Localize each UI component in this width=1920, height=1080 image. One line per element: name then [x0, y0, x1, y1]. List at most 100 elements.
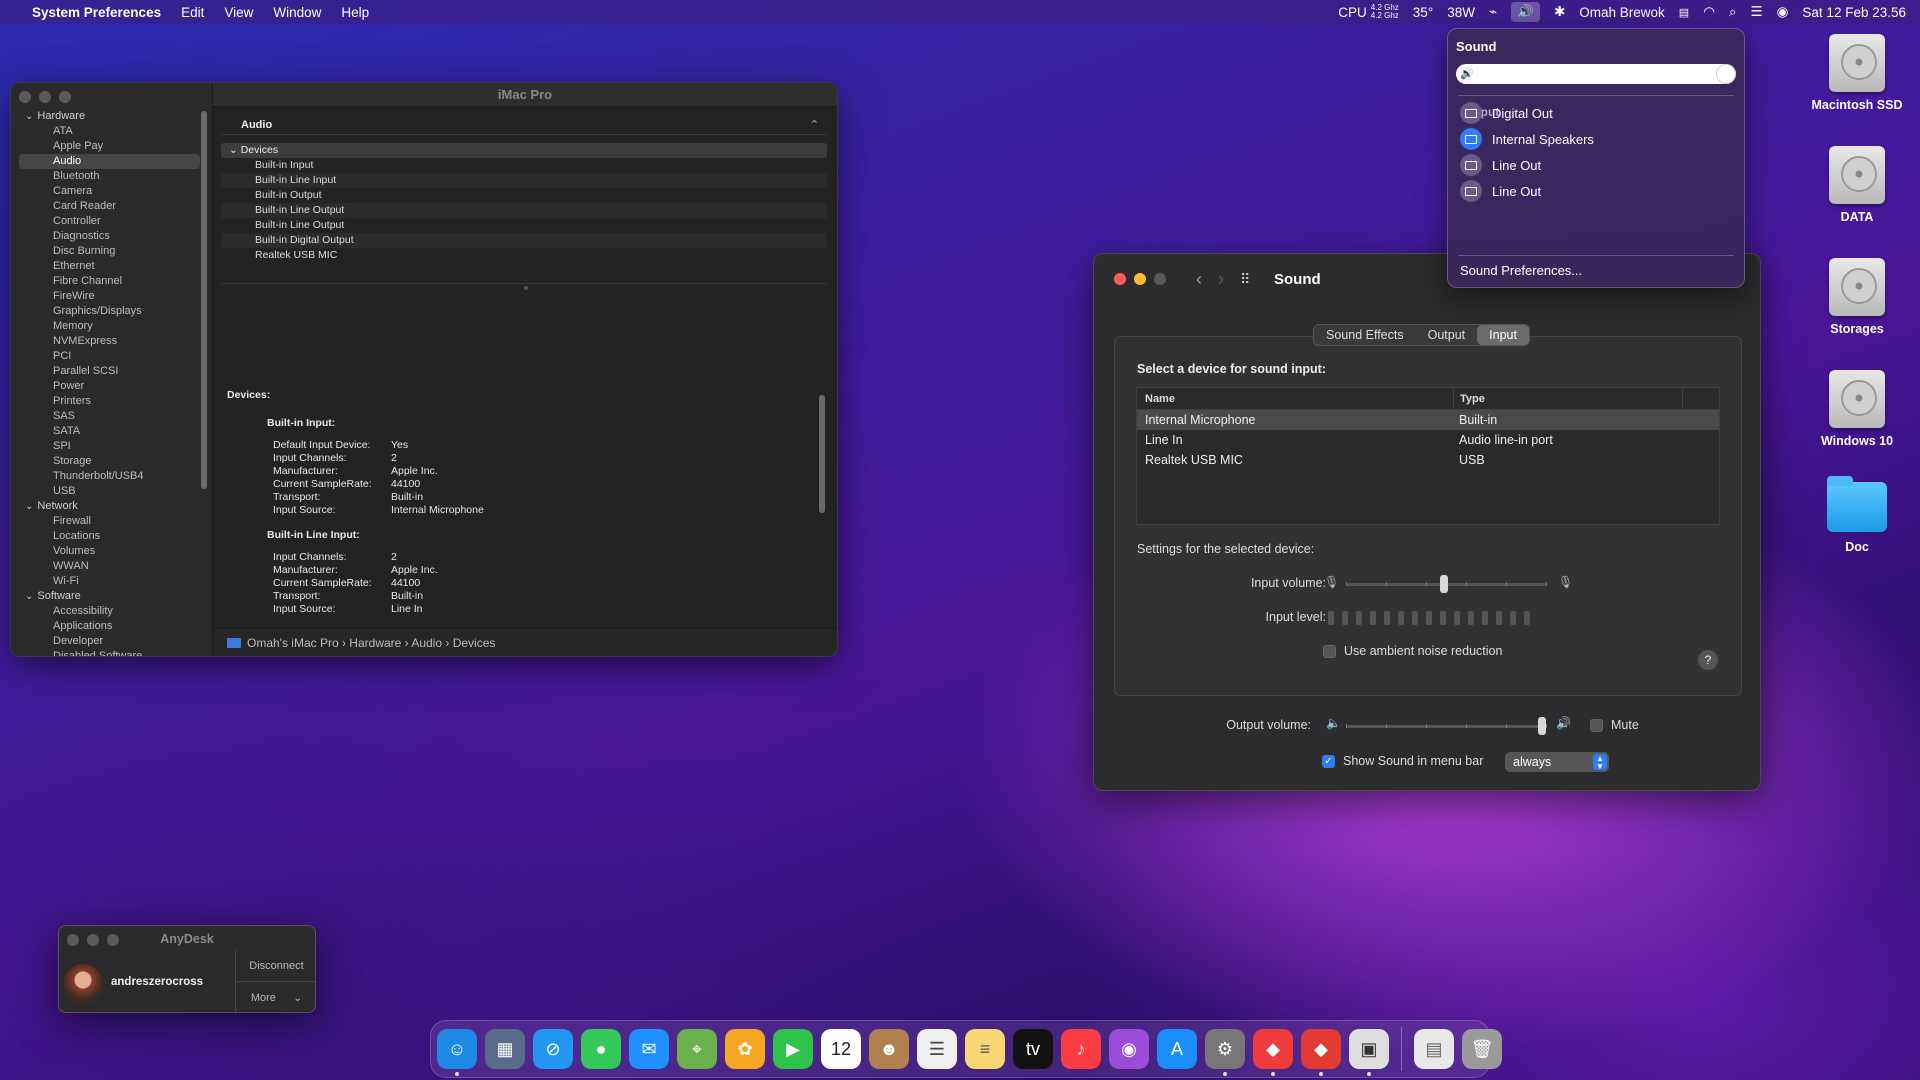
- trash-icon[interactable]: 🗑: [1462, 1029, 1502, 1069]
- launchpad-icon[interactable]: ▦: [485, 1029, 525, 1069]
- power-readout[interactable]: 38W: [1447, 5, 1475, 20]
- input-source-flag-icon[interactable]: ▤: [1679, 6, 1689, 19]
- volume-slider[interactable]: 🔊: [1456, 64, 1736, 84]
- podcasts-icon[interactable]: ◉: [1109, 1029, 1149, 1069]
- more-button[interactable]: More ⌄: [236, 982, 315, 1012]
- reminders-icon[interactable]: ☰: [917, 1029, 957, 1069]
- output-item[interactable]: Line Out: [1460, 180, 1541, 202]
- mute-checkbox[interactable]: Mute: [1590, 718, 1639, 732]
- sidebar-item[interactable]: Diagnostics: [11, 229, 212, 244]
- checkbox-box[interactable]: ✓: [1322, 754, 1335, 768]
- minimize-button[interactable]: [39, 91, 51, 103]
- sidebar-item[interactable]: PCI: [11, 349, 212, 364]
- sidebar-group[interactable]: ⌄ Software: [11, 589, 212, 604]
- bluetooth-icon[interactable]: ✱: [1554, 4, 1565, 20]
- app-menu[interactable]: System Preferences: [32, 5, 161, 20]
- sidebar-item[interactable]: Volumes: [11, 544, 212, 559]
- user-name[interactable]: Omah Brewok: [1579, 5, 1665, 20]
- clock[interactable]: Sat 12 Feb 23.56: [1802, 5, 1906, 20]
- checkbox-box[interactable]: [1590, 718, 1603, 732]
- output-item[interactable]: Internal Speakers: [1460, 128, 1594, 150]
- sidebar-item[interactable]: Storage: [11, 454, 212, 469]
- section-header[interactable]: Audio ⌃: [221, 115, 827, 135]
- sidebar-item[interactable]: Power: [11, 379, 212, 394]
- sidebar-item[interactable]: Fibre Channel: [11, 274, 212, 289]
- siri-icon[interactable]: ◉: [1777, 4, 1789, 20]
- table-row[interactable]: Realtek USB MIC USB: [1137, 450, 1719, 470]
- system-preferences-icon[interactable]: ⚙: [1205, 1029, 1245, 1076]
- device-row[interactable]: Built-in Digital Output: [221, 233, 827, 248]
- contacts-icon[interactable]: ☻: [869, 1029, 909, 1069]
- cpu-label[interactable]: CPU: [1338, 5, 1367, 20]
- sidebar-item[interactable]: Thunderbolt/USB4: [11, 469, 212, 484]
- finder-icon[interactable]: ☺: [437, 1029, 477, 1076]
- tv-icon[interactable]: tv: [1013, 1029, 1053, 1069]
- slider-knob[interactable]: [1440, 575, 1448, 593]
- sidebar-item[interactable]: Camera: [11, 184, 212, 199]
- checkbox-box[interactable]: [1323, 644, 1336, 658]
- anydesk-2-icon[interactable]: ◆: [1301, 1029, 1341, 1076]
- table-row[interactable]: Internal Microphone Built-in: [1137, 410, 1719, 430]
- control-center-icon[interactable]: ☰: [1751, 4, 1763, 20]
- input-volume-slider[interactable]: [1346, 575, 1547, 593]
- maps-icon[interactable]: ⌖: [677, 1029, 717, 1069]
- sidebar-item[interactable]: Audio: [19, 154, 200, 169]
- facetime-icon[interactable]: ▶: [773, 1029, 813, 1069]
- sidebar-item[interactable]: USB: [11, 484, 212, 499]
- sidebar-item[interactable]: Locations: [11, 529, 212, 544]
- show-in-menubar-checkbox[interactable]: ✓ Show Sound in menu bar: [1322, 754, 1483, 768]
- sidebar-item[interactable]: SATA: [11, 424, 212, 439]
- sidebar-group[interactable]: ⌄ Hardware: [11, 109, 212, 124]
- device-row[interactable]: Built-in Input: [221, 158, 827, 173]
- volume-knob[interactable]: [1716, 64, 1736, 84]
- zoom-button[interactable]: [59, 91, 71, 103]
- desktop-icon-data[interactable]: DATA: [1802, 146, 1912, 224]
- sidebar-item[interactable]: Memory: [11, 319, 212, 334]
- close-button[interactable]: [1114, 273, 1126, 285]
- sidebar-item[interactable]: Disc Burning: [11, 244, 212, 259]
- sidebar-item[interactable]: Accessibility: [11, 604, 212, 619]
- sidebar-item[interactable]: Ethernet: [11, 259, 212, 274]
- sidebar-item[interactable]: WWAN: [11, 559, 212, 574]
- sidebar-item[interactable]: SAS: [11, 409, 212, 424]
- output-item[interactable]: Digital Out: [1460, 102, 1553, 124]
- forward-icon[interactable]: ›: [1218, 269, 1224, 290]
- chevron-up-icon[interactable]: ⌃: [810, 115, 819, 135]
- show-mode-select[interactable]: always ▲ ▼: [1505, 752, 1609, 772]
- sidebar-item[interactable]: Developer: [11, 634, 212, 649]
- sidebar-item[interactable]: SPI: [11, 439, 212, 454]
- sidebar-item[interactable]: Controller: [11, 214, 212, 229]
- sidebar-item[interactable]: Applications: [11, 619, 212, 634]
- slider-knob[interactable]: [1538, 717, 1546, 735]
- disconnect-button[interactable]: Disconnect: [236, 950, 315, 982]
- tab-output[interactable]: Output: [1416, 325, 1478, 345]
- sidebar-item[interactable]: Card Reader: [11, 199, 212, 214]
- photos-icon[interactable]: ✿: [725, 1029, 765, 1069]
- device-row[interactable]: Built-in Line Output: [221, 218, 827, 233]
- column-type[interactable]: Type: [1453, 388, 1683, 409]
- sidebar-item[interactable]: FireWire: [11, 289, 212, 304]
- mail-icon[interactable]: ✉: [629, 1029, 669, 1069]
- desktop-icon-macintosh-ssd[interactable]: Macintosh SSD: [1802, 34, 1912, 112]
- sidebar-item[interactable]: Graphics/Displays: [11, 304, 212, 319]
- close-button[interactable]: [19, 91, 31, 103]
- split-divider[interactable]: [221, 283, 827, 290]
- output-item[interactable]: Line Out: [1460, 154, 1541, 176]
- wifi-icon[interactable]: ◠: [1703, 4, 1715, 20]
- zoom-button[interactable]: [1154, 273, 1166, 285]
- devices-group-row[interactable]: ⌄ Devices: [221, 143, 827, 158]
- output-volume-slider[interactable]: [1346, 717, 1547, 735]
- help-button[interactable]: ?: [1698, 650, 1718, 670]
- table-row[interactable]: Line In Audio line-in port: [1137, 430, 1719, 450]
- anydesk-icon[interactable]: ◆: [1253, 1029, 1293, 1076]
- menu-edit[interactable]: Edit: [181, 5, 204, 20]
- sidebar-group[interactable]: ⌄ Network: [11, 499, 212, 514]
- app-store-icon[interactable]: A: [1157, 1029, 1197, 1069]
- desktop-icon-doc[interactable]: Doc: [1802, 476, 1912, 554]
- sidebar-item[interactable]: Printers: [11, 394, 212, 409]
- menu-help[interactable]: Help: [341, 5, 369, 20]
- device-row[interactable]: Built-in Output: [221, 188, 827, 203]
- desktop-icon-storages[interactable]: Storages: [1802, 258, 1912, 336]
- column-name[interactable]: Name: [1137, 388, 1453, 409]
- music-icon[interactable]: ♪: [1061, 1029, 1101, 1069]
